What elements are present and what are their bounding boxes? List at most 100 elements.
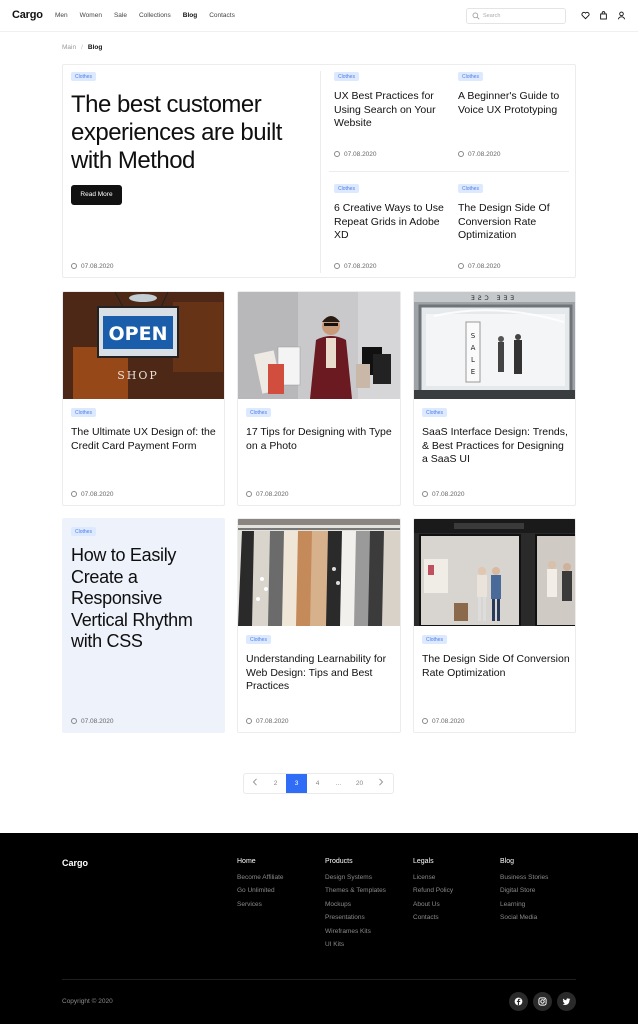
footer-link[interactable]: License — [413, 874, 453, 881]
nav-collections[interactable]: Collections — [139, 12, 171, 19]
side-post-title[interactable]: The Design Side Of Conversion Rate Optim… — [458, 202, 573, 243]
post-tag[interactable]: Clothes — [71, 408, 96, 417]
instagram-button[interactable] — [533, 992, 552, 1011]
divider — [320, 71, 321, 273]
footer-link[interactable]: Digital Store — [500, 887, 548, 894]
sale-letter-e: E — [471, 368, 475, 376]
clock-icon — [246, 491, 252, 497]
post-image[interactable] — [238, 519, 400, 626]
nav-contacts[interactable]: Contacts — [209, 12, 235, 19]
facebook-icon — [514, 997, 523, 1006]
footer-link[interactable]: Services — [237, 901, 284, 908]
footer-link[interactable]: UI Kits — [325, 941, 386, 948]
footer-link[interactable]: Design Systems — [325, 874, 386, 881]
read-more-button[interactable]: Read More — [71, 185, 122, 205]
main-nav: Men Women Sale Collections Blog Contacts — [55, 12, 247, 19]
post-card[interactable]: Clothes The Design Side Of Conversion Ra… — [413, 518, 576, 733]
side-post-title[interactable]: UX Best Practices for Using Search on Yo… — [334, 90, 449, 131]
post-image[interactable] — [238, 292, 400, 399]
user-icon[interactable] — [617, 11, 626, 20]
twitter-button[interactable] — [557, 992, 576, 1011]
footer-column-title: Products — [325, 858, 353, 865]
svg-text:ƎƧƆ ƎƎƎ: ƎƧƆ ƎƎƎ — [471, 295, 517, 302]
footer-link[interactable]: Mockups — [325, 901, 386, 908]
post-image[interactable]: ƎƧƆ ƎƎƎ S A L E — [414, 292, 575, 399]
breadcrumb-main[interactable]: Main — [62, 44, 76, 51]
post-image[interactable] — [414, 519, 575, 626]
post-image[interactable]: OPEN SHOP — [63, 292, 224, 399]
post-tag[interactable]: Clothes — [422, 408, 447, 417]
bag-icon[interactable] — [599, 11, 608, 20]
post-date: 07.08.2020 — [246, 718, 289, 725]
instagram-icon — [538, 997, 547, 1006]
clock-icon — [71, 263, 77, 269]
nav-sale[interactable]: Sale — [114, 12, 127, 19]
search-placeholder: Search — [483, 12, 501, 19]
logo[interactable]: Cargo — [12, 9, 43, 21]
breadcrumb-separator: / — [81, 44, 83, 51]
top-header: Cargo Men Women Sale Collections Blog Co… — [0, 0, 638, 32]
post-tag[interactable]: Clothes — [246, 408, 271, 417]
post-tag[interactable]: Clothes — [334, 72, 359, 81]
footer-column-title: Home — [237, 858, 256, 865]
post-title[interactable]: SaaS Interface Design: Trends, & Best Pr… — [422, 426, 572, 467]
nav-women[interactable]: Women — [80, 12, 102, 19]
post-date: 07.08.2020 — [422, 491, 465, 498]
post-card[interactable]: OPEN SHOP Clothes The Ultimate UX Design… — [62, 291, 225, 506]
footer-link[interactable]: Learning — [500, 901, 548, 908]
footer-column-products: Products Design Systems Themes & Templat… — [325, 858, 386, 954]
footer-link[interactable]: Refund Policy — [413, 887, 453, 894]
post-date: 07.08.2020 — [71, 718, 114, 725]
post-card[interactable]: Clothes Understanding Learnability for W… — [237, 518, 401, 733]
nav-men[interactable]: Men — [55, 12, 68, 19]
clock-icon — [334, 263, 340, 269]
search-input[interactable]: Search — [466, 8, 566, 24]
nav-blog[interactable]: Blog — [183, 12, 197, 19]
sale-letter-s: S — [471, 332, 476, 340]
copyright: Copyright © 2020 — [62, 998, 113, 1005]
facebook-button[interactable] — [509, 992, 528, 1011]
post-tag[interactable]: Clothes — [71, 72, 96, 81]
chevron-left-icon — [252, 778, 257, 786]
footer-link[interactable]: Business Stories — [500, 874, 548, 881]
heart-icon[interactable] — [581, 11, 590, 20]
post-tag[interactable]: Clothes — [458, 72, 483, 81]
post-title[interactable]: How to Easily Create a Responsive Vertic… — [71, 545, 221, 653]
footer-link[interactable]: Go Unlimited — [237, 887, 284, 894]
post-tag[interactable]: Clothes — [458, 184, 483, 193]
page-button[interactable]: 20 — [349, 774, 370, 793]
post-tag[interactable]: Clothes — [334, 184, 359, 193]
footer-link[interactable]: About Us — [413, 901, 453, 908]
breadcrumb: Main / Blog — [62, 44, 102, 51]
footer-divider — [62, 979, 576, 980]
highlight-post-card[interactable]: Clothes How to Easily Create a Responsiv… — [62, 518, 225, 733]
post-tag[interactable]: Clothes — [246, 635, 271, 644]
post-card[interactable]: Clothes 17 Tips for Designing with Type … — [237, 291, 401, 506]
footer-link[interactable]: Social Media — [500, 914, 548, 921]
footer-link[interactable]: Become Affiliate — [237, 874, 284, 881]
next-page-button[interactable] — [370, 774, 391, 793]
featured-post-title[interactable]: The best customer experiences are built … — [71, 91, 321, 175]
footer-column-legals: Legals License Refund Policy About Us Co… — [413, 858, 453, 928]
side-post-title[interactable]: A Beginner's Guide to Voice UX Prototypi… — [458, 90, 573, 117]
footer-column-title: Blog — [500, 858, 515, 865]
prev-page-button[interactable] — [244, 774, 265, 793]
page-button[interactable]: 2 — [265, 774, 286, 793]
side-post-title[interactable]: 6 Creative Ways to Use Repeat Grids in A… — [334, 202, 449, 243]
post-tag[interactable]: Clothes — [71, 527, 96, 536]
featured-post[interactable]: Clothes The best customer experiences ar… — [62, 64, 576, 278]
post-title[interactable]: The Design Side Of Conversion Rate Optim… — [422, 653, 572, 680]
post-title[interactable]: 17 Tips for Designing with Type on a Pho… — [246, 426, 396, 453]
post-tag[interactable]: Clothes — [422, 635, 447, 644]
footer-link[interactable]: Presentations — [325, 914, 386, 921]
post-date: 07.08.2020 — [334, 263, 377, 270]
post-title[interactable]: The Ultimate UX Design of: the Credit Ca… — [71, 426, 221, 453]
post-card[interactable]: ƎƧƆ ƎƎƎ S A L E Clothes SaaS Interface D… — [413, 291, 576, 506]
footer-link[interactable]: Wireframes Kits — [325, 928, 386, 935]
footer-logo[interactable]: Cargo — [62, 858, 88, 868]
footer-link[interactable]: Themes & Templates — [325, 887, 386, 894]
post-title[interactable]: Understanding Learnability for Web Desig… — [246, 653, 396, 694]
page-button-current[interactable]: 3 — [286, 774, 307, 793]
page-button[interactable]: 4 — [307, 774, 328, 793]
footer-link[interactable]: Contacts — [413, 914, 453, 921]
